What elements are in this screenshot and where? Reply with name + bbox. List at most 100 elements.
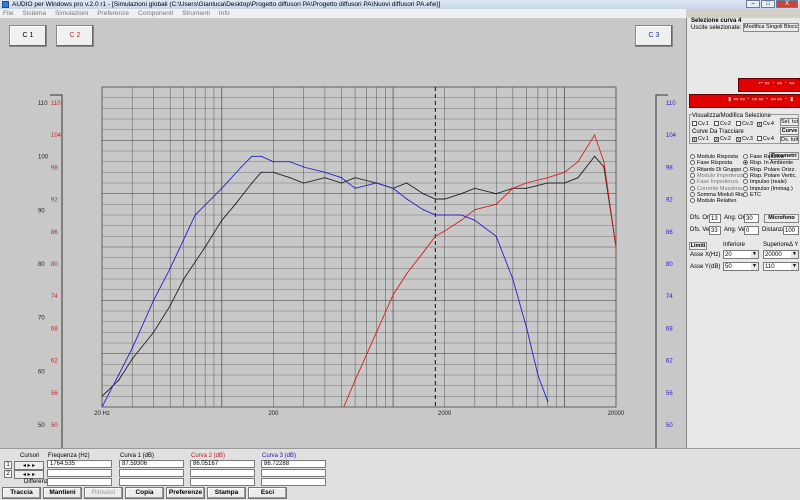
curve-3-button[interactable]: C 3 (635, 25, 673, 47)
view-check-cv1[interactable]: Cv.1 (692, 121, 709, 127)
menu-info[interactable]: Info (219, 9, 230, 18)
menu-componenti[interactable]: Componenti (138, 9, 173, 18)
left-red-axis-tick: 86 (51, 230, 58, 236)
frequency-header: Frequenza (Hz) (48, 453, 90, 459)
menu-preferenze[interactable]: Preferenze (97, 9, 129, 18)
menu-strumenti[interactable]: Strumenti (182, 9, 210, 18)
x-axis-tick: 200 (268, 411, 279, 417)
param-radio-corrente-massima[interactable]: Corrente Massima (690, 185, 742, 192)
minimize-button[interactable]: – (746, 0, 760, 8)
view-check-cv4[interactable]: x Cv.4 (757, 121, 774, 128)
param-radio-etc[interactable]: ETC (743, 191, 761, 198)
radio-label: Impulso (Immag.) (750, 185, 793, 192)
response-chart[interactable]: 110 100 90 80 70 60 50 110 104 98 92 86 80 74 68 62 56 50… (0, 18, 686, 448)
cursor-1-stepper[interactable]: ◂ ▸ ▸ (14, 461, 44, 470)
trace-check-cv2[interactable]: x Cv.2 (714, 136, 731, 143)
microphone-button[interactable]: Microfono (764, 214, 799, 223)
curve-3-diff (261, 478, 326, 486)
remove-button[interactable]: Rimuovi (84, 487, 123, 499)
frequency-diff (47, 478, 112, 486)
param-radio-impulso-immag[interactable]: Impulso (Immag.) (743, 185, 793, 192)
curve-button[interactable]: Curve (780, 127, 799, 135)
axis-y-upper-select[interactable]: 110 ▼ (763, 262, 799, 271)
curve-2-value: 86.05167 (190, 460, 255, 468)
radio-label: Risp. In Ambiente (750, 160, 794, 167)
select-all-button[interactable]: Sel. tutto (780, 118, 799, 126)
view-check-cv3[interactable]: Cv.3 (736, 121, 753, 127)
cursor-row-2[interactable]: 2 (4, 470, 12, 478)
left-red-axis-tick: 80 (51, 262, 58, 268)
right-axis-tick: 92 (666, 198, 673, 204)
point-curve1 (251, 182, 253, 184)
axis-x-lower-select[interactable]: 20 ▼ (723, 250, 759, 259)
param-radio-risp-in-ambiente[interactable]: Risp. In Ambiente (743, 160, 793, 166)
radio-label: Fase Relativa (750, 154, 784, 160)
param-radio-modulo-risposta[interactable]: Modulo Risposta (690, 154, 738, 160)
trace-check-cv4[interactable]: Cv.4 (757, 136, 774, 142)
curve-3-header: Curva 3 (dB) (262, 453, 297, 459)
left-axis-tick: 80 (38, 262, 45, 268)
radio-label: Ritardo Di Gruppo (697, 166, 742, 173)
close-button[interactable]: X (776, 0, 798, 8)
limits-button[interactable]: Limiti (689, 242, 707, 250)
curve-2-diff (190, 478, 255, 486)
dfs-or-input[interactable]: 13 (709, 214, 721, 223)
curve-1-button[interactable]: C 1 (9, 25, 47, 47)
radio-icon (743, 179, 748, 185)
point-curve3 (474, 219, 476, 221)
radio-icon (690, 160, 695, 166)
left-red-axis-tick: 62 (51, 359, 58, 365)
trace-button[interactable]: Traccia (2, 487, 41, 499)
deselect-all-button[interactable]: Ds. tutto (780, 136, 799, 144)
point-curve3 (260, 155, 262, 157)
print-button[interactable]: Stampa (207, 487, 246, 499)
point-curve2 (547, 177, 549, 179)
distance-input[interactable]: 100 (783, 226, 799, 235)
radio-icon (690, 179, 695, 185)
param-radio-fase-risposta[interactable]: Fase Risposta (690, 160, 732, 166)
hold-button[interactable]: Mantieni (43, 487, 82, 499)
curve-2-button[interactable]: C 2 (56, 25, 94, 47)
dfs-ve-input[interactable]: 33 (709, 226, 721, 235)
ang-ve-input[interactable]: 0 (744, 226, 759, 235)
point-curve3 (444, 214, 446, 216)
param-radio-somma-moduli-risp[interactable]: Somma Moduli Risp. (690, 191, 748, 198)
view-check-cv2[interactable]: Cv.2 (714, 121, 731, 127)
radio-icon (690, 154, 695, 159)
param-radio-modulo-impedenza[interactable]: Modulo Impedenza (690, 172, 744, 179)
param-radio-risp-polare-vertic[interactable]: Risp. Polare Vertic. (743, 172, 797, 179)
param-radio-risp-polare-orizz[interactable]: Risp. Polare Orizz. (743, 166, 796, 173)
single-blocks-button[interactable]: Modifica Singoli Blocchi (743, 23, 799, 32)
axis-y-lower-select[interactable]: 50 ▼ (723, 262, 759, 271)
menu-simulazioni[interactable]: Simulazioni (55, 9, 88, 18)
frequency-value-2 (47, 469, 112, 477)
point-curve1 (547, 182, 549, 184)
param-radio-modulo-relativo[interactable]: Modulo Relativo (690, 198, 736, 204)
menu-file[interactable]: File (3, 9, 13, 18)
param-radio-fase-impedenza[interactable]: Fase Impedenza (690, 179, 738, 185)
param-radio-ritardo-di-gruppo[interactable]: Ritardo Di Gruppo (690, 166, 742, 173)
copy-button[interactable]: Copia (125, 487, 164, 499)
radio-icon (743, 191, 748, 197)
param-radio-fase-relativa[interactable]: Fase Relativa (743, 154, 784, 160)
point-curve3 (194, 214, 196, 216)
right-axis-tick: 74 (666, 294, 673, 300)
trace-title: Curve Da Tracciare (692, 129, 744, 135)
preferences-button[interactable]: Preferenze (166, 487, 205, 499)
maximize-button[interactable]: □ (761, 0, 775, 8)
exit-button[interactable]: Esci (248, 487, 287, 499)
chevron-down-icon: ▼ (751, 251, 758, 258)
point-curve1 (131, 358, 133, 360)
window-controls: – □ X (746, 0, 798, 9)
axis-x-upper-select[interactable]: 20000 ▼ (763, 250, 799, 259)
ang-or-input[interactable]: 30 (744, 214, 759, 223)
cursor-row-1[interactable]: 1 (4, 461, 12, 469)
point-curve2 (392, 294, 394, 296)
param-radio-impulso-reale[interactable]: Impulso (reale) (743, 179, 787, 185)
menu-sistema[interactable]: Sistema (22, 9, 45, 18)
left-axis-tick: 60 (38, 369, 45, 375)
curve-2-header: Curva 2 (dB) (191, 453, 226, 459)
trace-check-cv3[interactable]: x Cv.3 (736, 136, 753, 143)
cursor-2-stepper[interactable]: ◂ ▸ ▸ (14, 470, 44, 479)
trace-check-cv1[interactable]: x Cv.1 (692, 136, 709, 143)
